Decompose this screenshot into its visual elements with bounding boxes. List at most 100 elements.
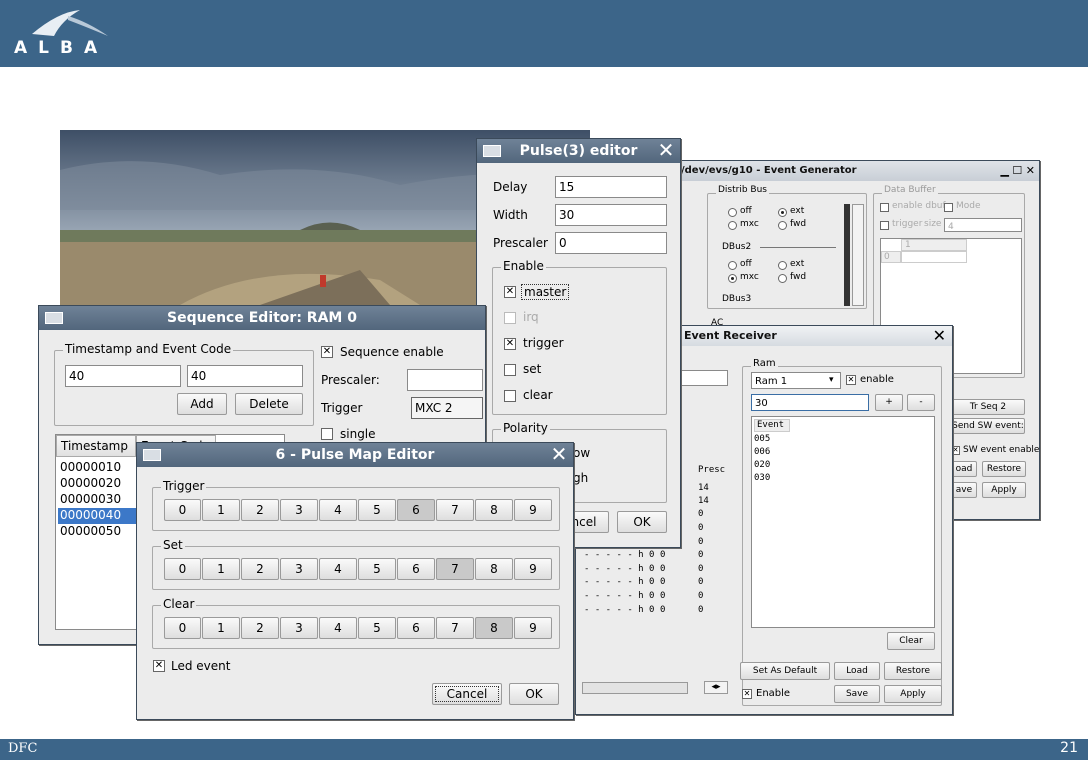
trigger-8-button[interactable]: 8 <box>475 499 513 521</box>
generator-save-button[interactable]: ave <box>951 482 977 498</box>
set-8-button[interactable]: 8 <box>475 558 513 580</box>
pulse-editor-titlebar[interactable]: Pulse(3) editor <box>477 139 680 163</box>
seq-trigger-select[interactable]: MXC 2 <box>411 397 483 419</box>
dropdown-arrow-icon[interactable]: ▾ <box>829 375 834 385</box>
clear-0-button[interactable]: 0 <box>164 617 201 639</box>
trigger-5-button[interactable]: 5 <box>358 499 396 521</box>
radio-ext[interactable] <box>778 208 787 217</box>
radio-mxc[interactable] <box>728 221 737 230</box>
event-receiver-close-icon[interactable]: ✕ <box>933 327 946 345</box>
receiver-enable-checkbox[interactable]: ✕ <box>742 689 752 699</box>
sequence-enable-checkbox[interactable]: ✕ <box>321 346 333 358</box>
trigger-dbuf-checkbox[interactable] <box>880 221 889 230</box>
enable-dbuf-checkbox[interactable] <box>880 203 889 212</box>
table-row[interactable]: 00000010 <box>58 460 138 476</box>
list-item[interactable]: 005 <box>754 434 770 444</box>
list-item[interactable]: 020 <box>754 460 770 470</box>
receiver-save-button[interactable]: Save <box>834 685 880 703</box>
set-0-button[interactable]: 0 <box>164 558 201 580</box>
set-9-button[interactable]: 9 <box>514 558 552 580</box>
clear-6-button[interactable]: 6 <box>397 617 435 639</box>
clear-checkbox[interactable] <box>504 390 516 402</box>
trigger-4-button[interactable]: 4 <box>319 499 357 521</box>
dbus2-radio-fwd[interactable] <box>778 274 787 283</box>
generator-load-button[interactable]: oad <box>951 461 977 477</box>
ram-clear-button[interactable]: Clear <box>887 632 935 650</box>
seq-prescaler-input[interactable] <box>407 369 483 391</box>
trigger-6-button[interactable]: 6 <box>397 499 435 521</box>
pulse-map-titlebar[interactable]: 6 - Pulse Map Editor <box>137 443 573 467</box>
ram-event-input[interactable]: 30 <box>751 394 869 411</box>
table-row-selected[interactable]: 00000040 <box>58 508 138 524</box>
irq-checkbox[interactable] <box>504 312 516 324</box>
sequence-editor-titlebar[interactable]: Sequence Editor: RAM 0 <box>39 306 485 330</box>
trigger-checkbox[interactable]: ✕ <box>504 338 516 350</box>
set-as-default-button[interactable]: Set As Default <box>740 662 830 680</box>
pulse-map-ok-button[interactable]: OK <box>509 683 559 705</box>
horizontal-scrollbar[interactable] <box>582 682 688 694</box>
event-code-input[interactable]: 40 <box>187 365 303 387</box>
set-checkbox[interactable] <box>504 364 516 376</box>
trigger-9-button[interactable]: 9 <box>514 499 552 521</box>
set-3-button[interactable]: 3 <box>280 558 318 580</box>
dbuf-size-input[interactable]: 4 <box>944 218 1022 232</box>
table-row[interactable]: 00000050 <box>58 524 138 540</box>
delay-input[interactable]: 15 <box>555 176 667 198</box>
master-checkbox[interactable]: ✕ <box>504 286 516 298</box>
tr-seq-button[interactable]: Tr Seq 2 <box>951 399 1025 415</box>
set-1-button[interactable]: 1 <box>202 558 240 580</box>
timestamp-input[interactable]: 40 <box>65 365 181 387</box>
set-7-button[interactable]: 7 <box>436 558 474 580</box>
send-sw-event-button[interactable]: Send SW event: <box>951 418 1025 434</box>
clear-8-button[interactable]: 8 <box>475 617 513 639</box>
generator-restore-button[interactable]: Restore <box>982 461 1026 477</box>
mode-checkbox[interactable] <box>944 203 953 212</box>
set-6-button[interactable]: 6 <box>397 558 435 580</box>
trigger-2-button[interactable]: 2 <box>241 499 279 521</box>
ram-select[interactable]: Ram 1 <box>751 372 841 389</box>
trigger-7-button[interactable]: 7 <box>436 499 474 521</box>
distrib-scrollbar[interactable] <box>852 204 864 306</box>
receiver-load-button[interactable]: Load <box>834 662 880 680</box>
trigger-3-button[interactable]: 3 <box>280 499 318 521</box>
set-2-button[interactable]: 2 <box>241 558 279 580</box>
table-row[interactable]: 00000020 <box>58 476 138 492</box>
trigger-1-button[interactable]: 1 <box>202 499 240 521</box>
close-icon[interactable]: ✕ <box>656 140 676 161</box>
prescaler-input[interactable]: 0 <box>555 232 667 254</box>
add-button[interactable]: Add <box>177 393 227 415</box>
clear-5-button[interactable]: 5 <box>358 617 396 639</box>
clear-1-button[interactable]: 1 <box>202 617 240 639</box>
generator-apply-button[interactable]: Apply <box>982 482 1026 498</box>
clear-2-button[interactable]: 2 <box>241 617 279 639</box>
add-event-button[interactable]: + <box>875 394 903 411</box>
dbus2-radio-ext[interactable] <box>778 261 787 270</box>
close-icon[interactable]: ✕ <box>549 444 569 465</box>
pulse-map-cancel-button[interactable]: Cancel <box>432 683 502 705</box>
remove-event-button[interactable]: - <box>907 394 935 411</box>
list-item[interactable]: 006 <box>754 447 770 457</box>
radio-fwd[interactable] <box>778 221 787 230</box>
dbus2-radio-off[interactable] <box>728 261 737 270</box>
dbus2-radio-mxc[interactable] <box>728 274 737 283</box>
radio-off[interactable] <box>728 208 737 217</box>
clear-4-button[interactable]: 4 <box>319 617 357 639</box>
dbuf-cell[interactable] <box>901 251 967 263</box>
clear-7-button[interactable]: 7 <box>436 617 474 639</box>
table-row[interactable]: 00000030 <box>58 492 138 508</box>
pulse-ok-button[interactable]: OK <box>617 511 667 533</box>
delete-button[interactable]: Delete <box>235 393 303 415</box>
set-4-button[interactable]: 4 <box>319 558 357 580</box>
clear-9-button[interactable]: 9 <box>514 617 552 639</box>
list-item[interactable]: 030 <box>754 473 770 483</box>
receiver-apply-button[interactable]: Apply <box>884 685 942 703</box>
single-checkbox[interactable] <box>321 428 333 440</box>
distrib-scroll-track[interactable] <box>844 204 850 306</box>
trigger-0-button[interactable]: 0 <box>164 499 201 521</box>
set-5-button[interactable]: 5 <box>358 558 396 580</box>
receiver-restore-button[interactable]: Restore <box>884 662 942 680</box>
window-controls-icon[interactable]: ▁ ☐ ✕ <box>1000 164 1035 177</box>
timestamp-column-header[interactable]: Timestamp <box>56 435 136 457</box>
scroll-arrows-icon[interactable]: ◂▸ <box>704 681 728 694</box>
clear-3-button[interactable]: 3 <box>280 617 318 639</box>
